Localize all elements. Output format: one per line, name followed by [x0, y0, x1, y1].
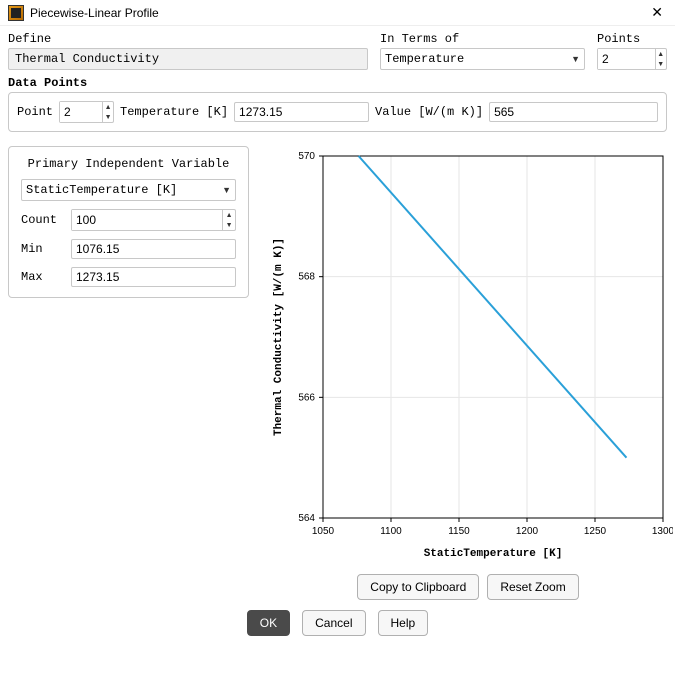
point-y-label: Value [W/(m K)]: [375, 105, 483, 119]
spinner-up-icon[interactable]: ▲: [223, 210, 235, 220]
spinner-up-icon[interactable]: ▲: [103, 102, 113, 112]
data-points-section-label: Data Points: [8, 76, 667, 90]
point-x-label: Temperature [K]: [120, 105, 228, 119]
primary-var-select[interactable]: StaticTemperature [K] ▼: [21, 179, 236, 201]
max-label: Max: [21, 270, 63, 284]
points-spinner[interactable]: ▲ ▼: [597, 48, 667, 70]
data-points-panel: Point ▲ ▼ Temperature [K] Value [W/(m K)…: [8, 92, 667, 132]
spinner-down-icon[interactable]: ▼: [223, 220, 235, 230]
svg-text:568: 568: [298, 272, 315, 283]
max-input[interactable]: [71, 267, 236, 287]
define-value: Thermal Conductivity: [8, 48, 368, 70]
svg-text:1150: 1150: [448, 526, 470, 537]
svg-text:1050: 1050: [312, 526, 335, 537]
count-value[interactable]: [72, 210, 222, 230]
help-button[interactable]: Help: [378, 610, 429, 636]
interms-select-value: Temperature: [385, 52, 464, 66]
cancel-button[interactable]: Cancel: [302, 610, 365, 636]
spinner-down-icon[interactable]: ▼: [103, 112, 113, 122]
points-label: Points: [597, 32, 667, 46]
chevron-down-icon: ▼: [222, 185, 231, 195]
svg-text:StaticTemperature [K]: StaticTemperature [K]: [424, 548, 563, 560]
min-label: Min: [21, 242, 63, 256]
count-label: Count: [21, 213, 63, 227]
reset-zoom-button[interactable]: Reset Zoom: [487, 574, 578, 600]
point-spinner[interactable]: ▲ ▼: [59, 101, 114, 123]
point-index-value[interactable]: [60, 102, 102, 122]
svg-text:1200: 1200: [516, 526, 539, 537]
svg-text:1250: 1250: [584, 526, 607, 537]
spinner-down-icon[interactable]: ▼: [656, 59, 667, 69]
primary-var-title: Primary Independent Variable: [21, 157, 236, 171]
points-value[interactable]: [598, 49, 655, 69]
point-label: Point: [17, 105, 53, 119]
window-title: Piecewise-Linear Profile: [30, 6, 647, 20]
min-input[interactable]: [71, 239, 236, 259]
app-icon: [8, 5, 24, 21]
chevron-down-icon: ▼: [571, 54, 580, 64]
count-spinner[interactable]: ▲ ▼: [71, 209, 236, 231]
svg-text:1300: 1300: [652, 526, 673, 537]
svg-text:564: 564: [298, 513, 315, 524]
primary-var-panel: Primary Independent Variable StaticTempe…: [8, 146, 249, 298]
interms-label: In Terms of: [380, 32, 585, 46]
define-label: Define: [8, 32, 368, 46]
interms-select[interactable]: Temperature ▼: [380, 48, 585, 70]
ok-button[interactable]: OK: [247, 610, 290, 636]
chart-plot: 1050 1100 1150 1200 1250 1300 564 566 568 570 Stat…: [263, 146, 673, 566]
svg-text:1100: 1100: [380, 526, 402, 537]
chart-panel: 1050 1100 1150 1200 1250 1300 564 566 568 570 Stat…: [263, 146, 673, 600]
svg-text:Thermal Conductivity [W/(m K)]: Thermal Conductivity [W/(m K)]: [273, 238, 285, 436]
copy-clipboard-button[interactable]: Copy to Clipboard: [357, 574, 479, 600]
spinner-up-icon[interactable]: ▲: [656, 49, 667, 59]
primary-var-value: StaticTemperature [K]: [26, 183, 177, 197]
svg-text:570: 570: [298, 151, 315, 162]
point-x-input[interactable]: [234, 102, 369, 122]
close-icon[interactable]: ✕: [647, 4, 667, 21]
svg-text:566: 566: [298, 392, 315, 403]
point-y-input[interactable]: [489, 102, 658, 122]
